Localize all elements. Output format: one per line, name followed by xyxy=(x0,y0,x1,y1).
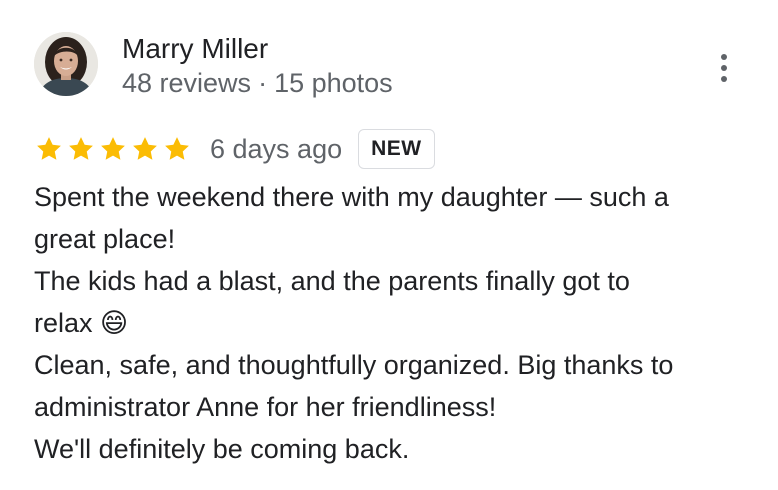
star-icon xyxy=(69,137,93,160)
new-badge: NEW xyxy=(358,129,435,169)
star-rating xyxy=(34,134,192,164)
more-options-button[interactable] xyxy=(709,50,739,86)
review-line: Spent the weekend there with my daughter… xyxy=(34,182,669,212)
review-line: administrator Anne for her friendliness! xyxy=(34,392,497,422)
star-icon xyxy=(37,137,61,160)
reviews-count: 48 reviews xyxy=(122,68,252,98)
review-line: We'll definitely be coming back. xyxy=(34,434,410,464)
review-text: Spent the weekend there with my daughter… xyxy=(34,176,754,470)
review-line: great place! xyxy=(34,224,176,254)
review-line: relax 😄 xyxy=(34,308,129,338)
more-vert-icon xyxy=(721,54,727,60)
photos-count: 15 photos xyxy=(274,68,393,98)
avatar[interactable] xyxy=(34,32,98,96)
more-vert-icon-dot xyxy=(721,65,727,71)
review-line: Clean, safe, and thoughtfully organized.… xyxy=(34,350,674,380)
star-icon xyxy=(101,137,125,160)
more-vert-icon-dot xyxy=(721,76,727,82)
meta-separator: · xyxy=(258,68,268,98)
reviewer-meta: 48 reviews · 15 photos xyxy=(122,66,393,100)
star-icon xyxy=(165,137,189,160)
review-time: 6 days ago xyxy=(210,133,343,164)
rating-row: 6 days ago NEW xyxy=(34,128,435,170)
review-line: The kids had a blast, and the parents fi… xyxy=(34,266,630,296)
review-card: Marry Miller 48 reviews · 15 photos 6 days… xyxy=(0,0,778,490)
reviewer-name[interactable]: Marry Miller xyxy=(122,31,268,67)
avatar-portrait xyxy=(34,32,98,96)
star-icon xyxy=(133,137,157,160)
